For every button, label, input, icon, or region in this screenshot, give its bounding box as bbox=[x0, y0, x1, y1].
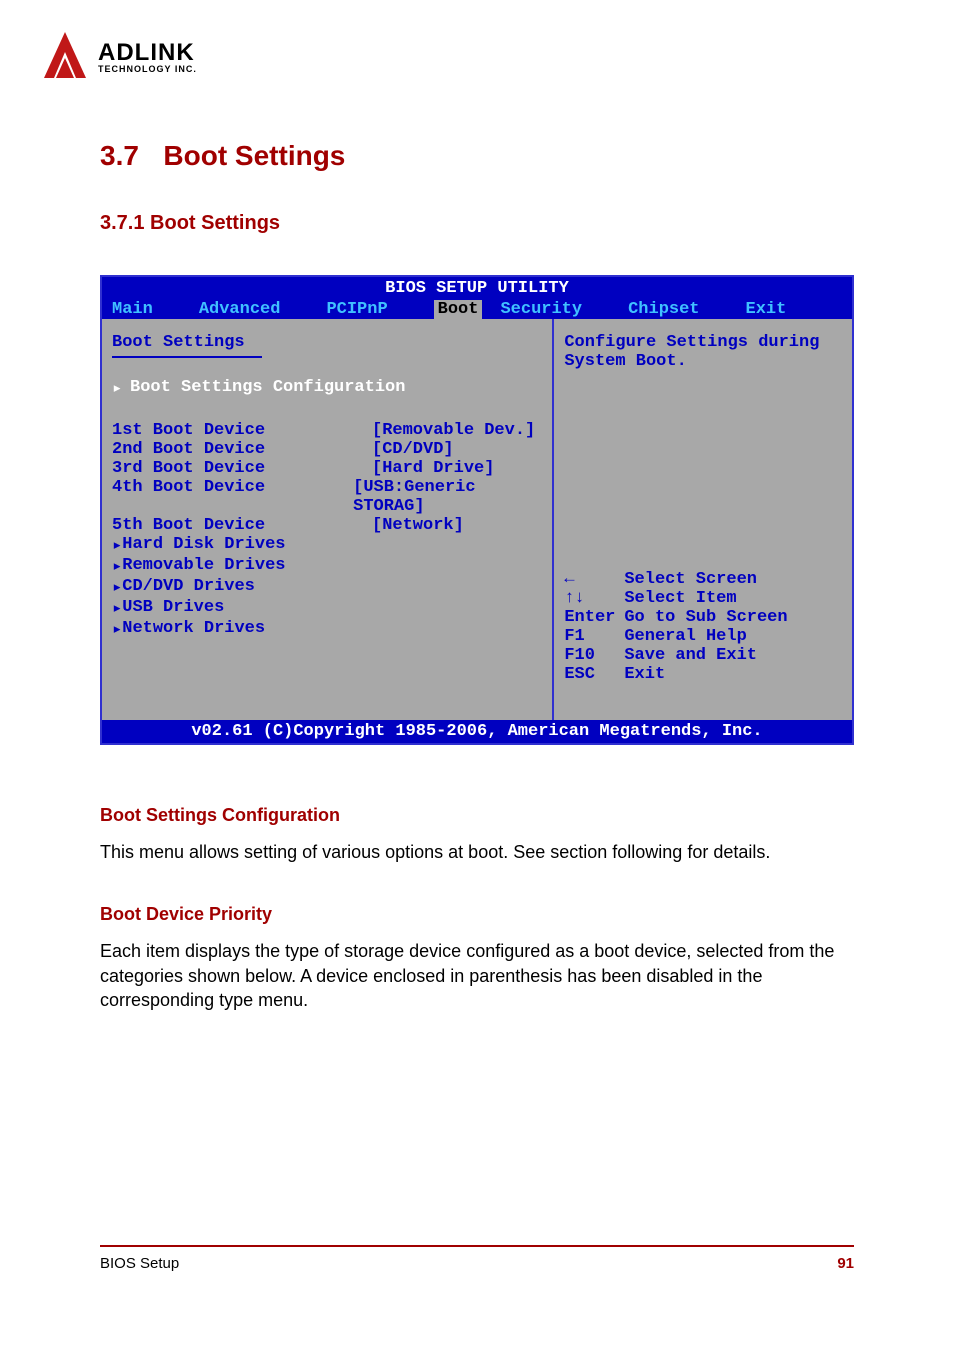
triangle-icon: ▸ bbox=[112, 378, 130, 399]
key-row: EnterGo to Sub Screen bbox=[564, 608, 842, 627]
row-label: 4th Boot Device bbox=[112, 478, 353, 516]
bios-title: BIOS SETUP UTILITY bbox=[102, 277, 852, 300]
key: Enter bbox=[564, 608, 624, 627]
tab-main[interactable]: Main bbox=[112, 300, 171, 319]
section-number: 3.7 bbox=[100, 140, 139, 171]
drive-category-item[interactable]: ▸ CD/DVD Drives bbox=[112, 577, 542, 598]
key: ← bbox=[564, 570, 624, 589]
key: ESC bbox=[564, 665, 624, 684]
bios-tab-bar: Main Advanced PCIPnP Boot Security Chips… bbox=[102, 300, 852, 319]
tab-advanced[interactable]: Advanced bbox=[199, 300, 299, 319]
section-title: Boot Settings bbox=[163, 140, 345, 171]
drive-category-item[interactable]: ▸ Hard Disk Drives bbox=[112, 535, 542, 556]
bios-window: BIOS SETUP UTILITY Main Advanced PCIPnP … bbox=[100, 275, 854, 745]
logo-icon bbox=[40, 30, 90, 85]
tab-exit[interactable]: Exit bbox=[746, 300, 805, 319]
boot-device-row[interactable]: 1st Boot Device [Removable Dev.] bbox=[112, 421, 542, 440]
triangle-icon: ▸ bbox=[112, 619, 122, 640]
key-row: F10Save and Exit bbox=[564, 646, 842, 665]
sub-item-label: Hard Disk Drives bbox=[122, 535, 285, 556]
key-desc: General Help bbox=[624, 627, 746, 646]
bios-body: Boot Settings ▸ Boot Settings Configurat… bbox=[102, 319, 852, 720]
desc-text: Each item displays the type of storage d… bbox=[100, 939, 854, 1012]
key-desc: Select Item bbox=[624, 589, 736, 608]
tab-security[interactable]: Security bbox=[500, 300, 600, 319]
triangle-icon: ▸ bbox=[112, 535, 122, 556]
row-label: 1st Boot Device bbox=[112, 421, 372, 440]
sub-item-label: Removable Drives bbox=[122, 556, 285, 577]
help-text: Configure Settings during System Boot. bbox=[564, 333, 842, 371]
key-desc: Save and Exit bbox=[624, 646, 757, 665]
logo-text-main: ADLINK bbox=[98, 41, 197, 65]
row-label: 5th Boot Device bbox=[112, 516, 372, 535]
key-desc: Exit bbox=[624, 665, 665, 684]
key-desc: Go to Sub Screen bbox=[624, 608, 787, 627]
heading-underline bbox=[112, 356, 262, 358]
subsection-title: 3.7.1 Boot Settings bbox=[100, 212, 854, 235]
triangle-icon: ▸ bbox=[112, 577, 122, 598]
key-row: ESCExit bbox=[564, 665, 842, 684]
row-value: [Network] bbox=[372, 516, 464, 535]
desc-title: Boot Settings Configuration bbox=[100, 805, 854, 826]
row-value: [Removable Dev.] bbox=[372, 421, 535, 440]
boot-device-row[interactable]: 5th Boot Device [Network] bbox=[112, 516, 542, 535]
key: ↑↓ bbox=[564, 589, 624, 608]
triangle-icon: ▸ bbox=[112, 556, 122, 577]
logo: ADLINK TECHNOLOGY INC. bbox=[40, 30, 197, 85]
desc-title: Boot Device Priority bbox=[100, 904, 854, 925]
footer-right: 91 bbox=[837, 1255, 854, 1272]
page-content: 3.7 Boot Settings 3.7.1 Boot Settings BI… bbox=[100, 140, 854, 1012]
page-footer: BIOS Setup 91 bbox=[100, 1245, 854, 1272]
config-item-label: Boot Settings Configuration bbox=[130, 378, 405, 399]
boot-device-row[interactable]: 3rd Boot Device [Hard Drive] bbox=[112, 459, 542, 478]
drive-category-item[interactable]: ▸ Network Drives bbox=[112, 619, 542, 640]
drive-category-item[interactable]: ▸ USB Drives bbox=[112, 598, 542, 619]
key: F1 bbox=[564, 627, 624, 646]
bios-heading: Boot Settings bbox=[112, 333, 245, 354]
boot-device-row[interactable]: 2nd Boot Device [CD/DVD] bbox=[112, 440, 542, 459]
drive-category-item[interactable]: ▸ Removable Drives bbox=[112, 556, 542, 577]
key: F10 bbox=[564, 646, 624, 665]
sub-item-label: USB Drives bbox=[122, 598, 224, 619]
boot-device-row[interactable]: 4th Boot Device [USB:Generic STORAG] bbox=[112, 478, 542, 516]
key-row: F1General Help bbox=[564, 627, 842, 646]
description-block-1: Boot Settings Configuration This menu al… bbox=[100, 805, 854, 864]
bios-footer: v02.61 (C)Copyright 1985-2006, American … bbox=[102, 720, 852, 743]
triangle-icon: ▸ bbox=[112, 598, 122, 619]
row-value: [Hard Drive] bbox=[372, 459, 494, 478]
footer-left: BIOS Setup bbox=[100, 1255, 179, 1272]
tab-boot[interactable]: Boot bbox=[434, 300, 483, 319]
key-desc: Select Screen bbox=[624, 570, 757, 589]
sub-item-label: CD/DVD Drives bbox=[122, 577, 255, 598]
row-value: [USB:Generic STORAG] bbox=[353, 478, 542, 516]
row-value: [CD/DVD] bbox=[372, 440, 454, 459]
tab-pcipnp[interactable]: PCIPnP bbox=[326, 300, 405, 319]
bios-right-pane: Configure Settings during System Boot. ←… bbox=[554, 319, 852, 720]
boot-settings-config-item[interactable]: ▸ Boot Settings Configuration bbox=[112, 378, 542, 399]
desc-text: This menu allows setting of various opti… bbox=[100, 840, 854, 864]
row-label: 3rd Boot Device bbox=[112, 459, 372, 478]
key-row: ←Select Screen bbox=[564, 570, 842, 589]
bios-left-pane: Boot Settings ▸ Boot Settings Configurat… bbox=[102, 319, 554, 720]
tab-chipset[interactable]: Chipset bbox=[628, 300, 717, 319]
description-block-2: Boot Device Priority Each item displays … bbox=[100, 904, 854, 1012]
key-row: ↑↓Select Item bbox=[564, 589, 842, 608]
section-header: 3.7 Boot Settings bbox=[100, 140, 854, 172]
key-legend: ←Select Screen ↑↓Select Item EnterGo to … bbox=[564, 570, 842, 706]
logo-text-sub: TECHNOLOGY INC. bbox=[98, 65, 197, 74]
sub-item-label: Network Drives bbox=[122, 619, 265, 640]
row-label: 2nd Boot Device bbox=[112, 440, 372, 459]
